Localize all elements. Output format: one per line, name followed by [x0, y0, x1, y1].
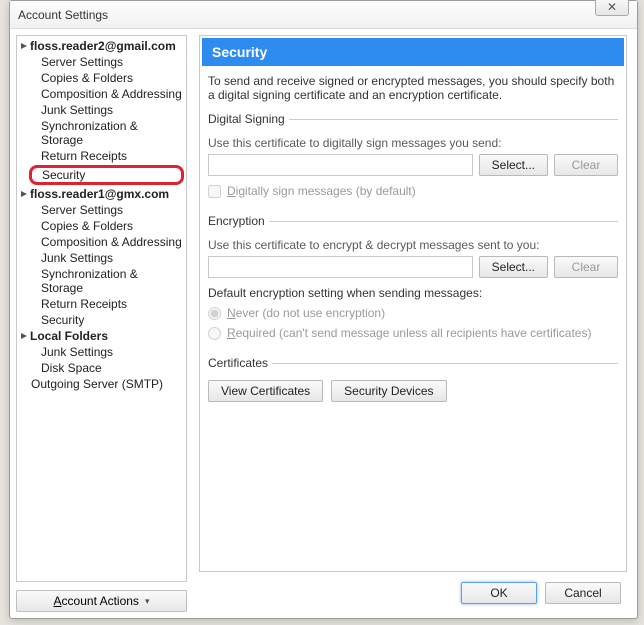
account-settings-dialog: Account Settings ✕ floss.reader2@gmail.c… — [9, 0, 638, 619]
dialog-content: floss.reader2@gmail.comServer SettingsCo… — [10, 29, 637, 618]
tree-leaf[interactable]: Composition & Addressing — [17, 86, 186, 102]
close-button[interactable]: ✕ — [595, 0, 629, 16]
tree-leaf[interactable]: Security — [29, 165, 184, 185]
never-encrypt-row: Never (do not use encryption) — [208, 306, 618, 320]
tree-leaf[interactable]: Server Settings — [17, 202, 186, 218]
digital-signing-legend: Digital Signing — [208, 112, 289, 126]
signing-cert-input[interactable] — [208, 154, 473, 176]
digital-signing-group: Digital Signing Use this certificate to … — [208, 112, 618, 208]
account-actions-label: Account Actions — [54, 594, 139, 608]
expand-icon — [20, 190, 28, 198]
encryption-group: Encryption Use this certificate to encry… — [208, 214, 618, 350]
encryption-desc: Use this certificate to encrypt & decryp… — [208, 238, 618, 252]
tree-leaf[interactable]: Copies & Folders — [17, 218, 186, 234]
window-title: Account Settings — [18, 8, 108, 22]
digital-signing-desc: Use this certificate to digitally sign m… — [208, 136, 618, 150]
signing-select-button[interactable]: Select... — [479, 154, 548, 176]
security-devices-button[interactable]: Security Devices — [331, 380, 446, 402]
encryption-clear-button[interactable]: Clear — [554, 256, 618, 278]
chevron-down-icon: ▾ — [145, 596, 150, 607]
encryption-legend: Encryption — [208, 214, 269, 228]
account-node[interactable]: floss.reader1@gmx.com — [17, 186, 186, 202]
tree-leaf[interactable]: Disk Space — [17, 360, 186, 376]
close-icon: ✕ — [607, 0, 617, 14]
account-tree[interactable]: floss.reader2@gmail.comServer SettingsCo… — [16, 35, 187, 582]
digitally-sign-checkbox[interactable] — [208, 185, 221, 198]
digitally-sign-label: Digitally sign messages (by default) — [227, 184, 416, 198]
encryption-select-button[interactable]: Select... — [479, 256, 548, 278]
outgoing-server-node[interactable]: Outgoing Server (SMTP) — [17, 376, 186, 392]
expand-icon — [20, 332, 28, 340]
required-encrypt-radio[interactable] — [208, 327, 221, 340]
account-node[interactable]: floss.reader2@gmail.com — [17, 38, 186, 54]
required-encrypt-label: Required (can't send message unless all … — [227, 326, 591, 340]
tree-leaf[interactable]: Return Receipts — [17, 296, 186, 312]
tree-leaf[interactable]: Composition & Addressing — [17, 234, 186, 250]
signing-clear-button[interactable]: Clear — [554, 154, 618, 176]
encryption-cert-input[interactable] — [208, 256, 473, 278]
cancel-button[interactable]: Cancel — [545, 582, 621, 604]
main-panel-area: Security To send and receive signed or e… — [193, 29, 637, 618]
tree-leaf[interactable]: Junk Settings — [17, 250, 186, 266]
expand-icon — [20, 42, 28, 50]
dialog-footer: OK Cancel — [199, 572, 627, 608]
tree-leaf[interactable]: Synchronization & Storage — [17, 118, 186, 148]
tree-leaf[interactable]: Copies & Folders — [17, 70, 186, 86]
titlebar: Account Settings ✕ — [10, 1, 637, 29]
account-node[interactable]: Local Folders — [17, 328, 186, 344]
tree-leaf[interactable]: Return Receipts — [17, 148, 186, 164]
account-name-label: floss.reader2@gmail.com — [30, 39, 176, 53]
tree-leaf[interactable]: Synchronization & Storage — [17, 266, 186, 296]
tree-leaf[interactable]: Junk Settings — [17, 102, 186, 118]
security-panel: Security To send and receive signed or e… — [199, 35, 627, 572]
account-name-label: Local Folders — [30, 329, 108, 343]
tree-leaf[interactable]: Junk Settings — [17, 344, 186, 360]
intro-text: To send and receive signed or encrypted … — [208, 74, 618, 102]
view-certificates-button[interactable]: View Certificates — [208, 380, 323, 402]
sidebar: floss.reader2@gmail.comServer SettingsCo… — [10, 29, 193, 618]
ok-button[interactable]: OK — [461, 582, 537, 604]
digitally-sign-checkbox-row: Digitally sign messages (by default) — [208, 184, 618, 198]
certificates-group: Certificates View Certificates Security … — [208, 356, 618, 412]
panel-body: To send and receive signed or encrypted … — [200, 68, 626, 426]
never-encrypt-label: Never (do not use encryption) — [227, 306, 385, 320]
account-actions-button[interactable]: Account Actions ▾ — [16, 590, 187, 612]
account-name-label: floss.reader1@gmx.com — [30, 187, 169, 201]
never-encrypt-radio[interactable] — [208, 307, 221, 320]
tree-leaf[interactable]: Server Settings — [17, 54, 186, 70]
default-encryption-label: Default encryption setting when sending … — [208, 286, 618, 300]
tree-leaf[interactable]: Security — [17, 312, 186, 328]
certificates-legend: Certificates — [208, 356, 272, 370]
required-encrypt-row: Required (can't send message unless all … — [208, 326, 618, 340]
panel-title: Security — [202, 38, 624, 66]
